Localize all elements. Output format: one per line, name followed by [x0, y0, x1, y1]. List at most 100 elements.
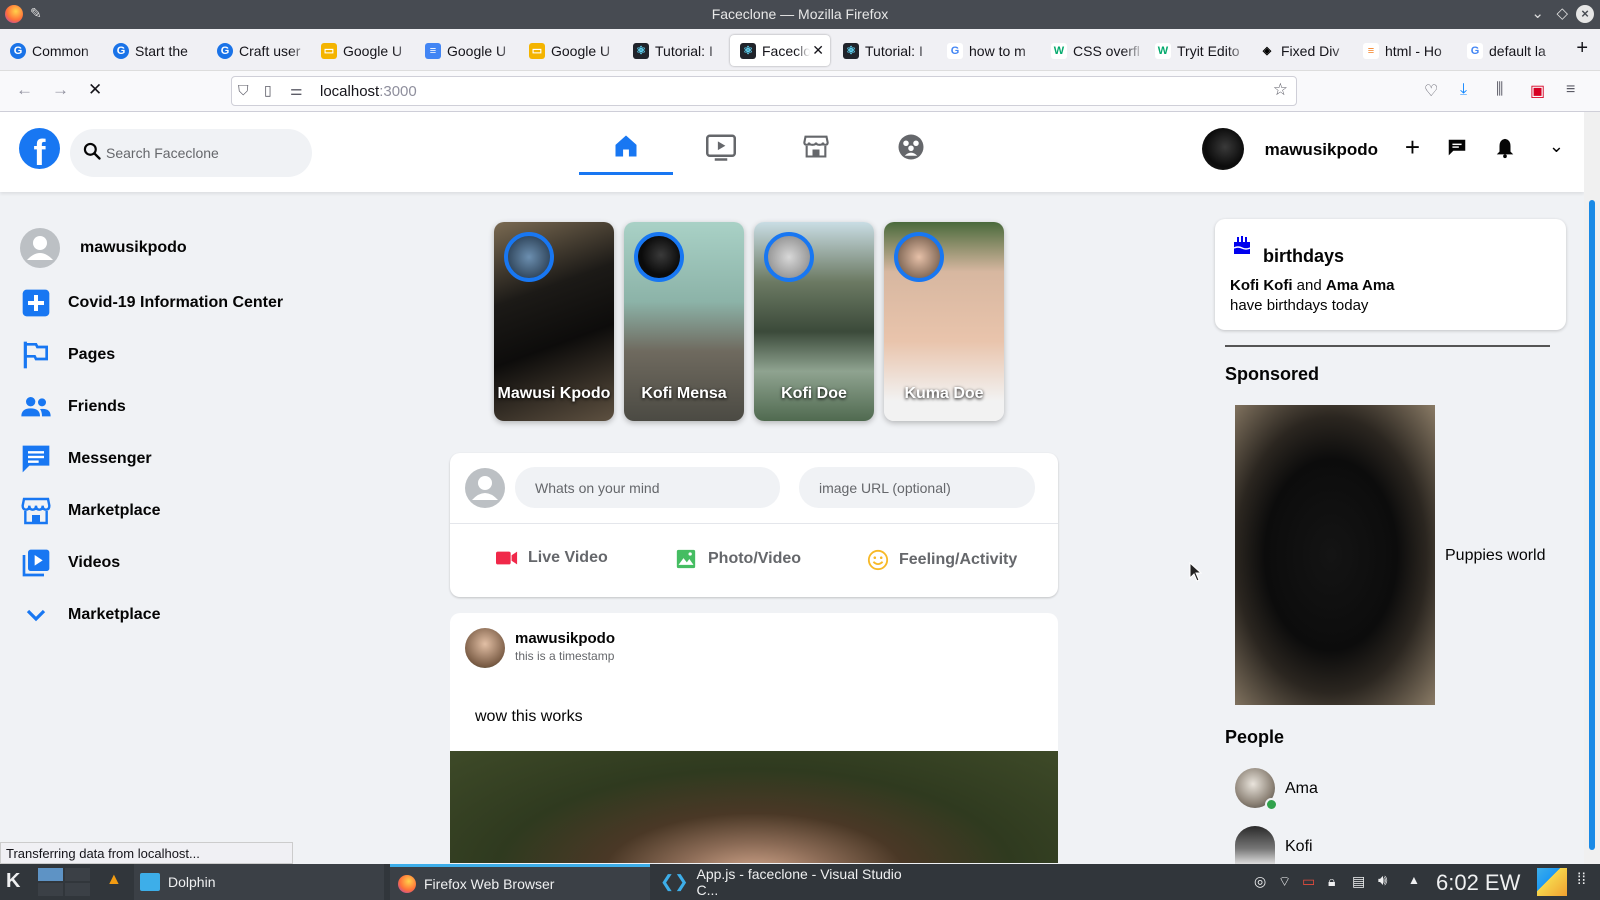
- clock[interactable]: 6:02 EW: [1436, 870, 1520, 896]
- store-icon: [21, 497, 51, 525]
- url-bar[interactable]: ⛉ ▯ ⚌ localhost:3000 ☆: [231, 76, 1297, 106]
- nav-marketplace[interactable]: [769, 112, 863, 175]
- page-icon[interactable]: ▯: [264, 82, 272, 99]
- library-icon[interactable]: ⫼: [1496, 81, 1503, 99]
- permissions-icon[interactable]: ⚌: [290, 82, 303, 99]
- sponsored-image[interactable]: [1235, 405, 1435, 705]
- story-card[interactable]: Kuma Doe: [884, 222, 1004, 421]
- site-header: f Search Faceclone mawusikpodo + ⌄: [0, 112, 1584, 192]
- tab-label: Tutorial: I: [865, 42, 923, 59]
- sidebar-item-friends[interactable]: Friends: [20, 387, 126, 427]
- menu-icon[interactable]: ≡: [1566, 81, 1575, 99]
- back-icon[interactable]: ←: [16, 80, 33, 100]
- new-tab-icon[interactable]: +: [1576, 37, 1588, 60]
- sidebar-item-more[interactable]: Marketplace: [20, 595, 161, 635]
- bell-icon[interactable]: [1494, 137, 1516, 159]
- photo-icon: [676, 549, 696, 569]
- stop-icon[interactable]: ✕: [88, 80, 102, 100]
- battery-icon[interactable]: ▭: [1302, 873, 1315, 890]
- tab-item[interactable]: G Common: [0, 35, 104, 66]
- tab-item[interactable]: Ghow to m: [937, 35, 1041, 66]
- sidebar-item-marketplace[interactable]: Marketplace: [20, 491, 161, 531]
- person-name[interactable]: Kofi: [1285, 838, 1313, 864]
- post-author-avatar[interactable]: [465, 628, 505, 668]
- wifi-icon[interactable]: ⌔: [1278, 873, 1291, 891]
- search-input[interactable]: Search Faceclone: [70, 129, 312, 177]
- message-input[interactable]: Whats on your mind: [515, 467, 780, 508]
- forward-icon[interactable]: →: [52, 80, 69, 100]
- sidebar-item-videos[interactable]: Videos: [20, 543, 120, 583]
- show-desktop-icon[interactable]: [1537, 868, 1567, 896]
- user-avatar-icon: [20, 228, 60, 268]
- clipboard-icon[interactable]: ▤: [1352, 873, 1365, 890]
- tab-item[interactable]: ▭ Google U: [519, 35, 623, 66]
- tab-item[interactable]: ≡ Google U: [415, 35, 519, 66]
- tab-item[interactable]: ◈ Fixed Div: [1249, 35, 1353, 66]
- nav-groups[interactable]: [864, 112, 958, 175]
- shield-icon[interactable]: ⛉: [238, 82, 249, 99]
- nav-watch[interactable]: [674, 112, 768, 175]
- tab-label: Google U: [343, 42, 403, 59]
- story-card[interactable]: Kofi Mensa: [624, 222, 744, 421]
- live-video-button[interactable]: Live Video: [496, 549, 608, 567]
- google-icon: G: [1467, 42, 1483, 59]
- create-plus-icon[interactable]: +: [1405, 132, 1420, 163]
- tab-item[interactable]: ⚛ Tutorial: I: [833, 35, 937, 66]
- extension-icon[interactable]: ▣: [1530, 81, 1545, 101]
- tab-item[interactable]: ≡ html - Ho: [1353, 35, 1457, 66]
- w3schools-icon: W: [1051, 42, 1067, 59]
- people-title: People: [1225, 727, 1285, 747]
- facebook-logo-icon[interactable]: f: [19, 128, 60, 169]
- tab-item[interactable]: G Start the: [103, 35, 207, 66]
- task-dolphin[interactable]: Dolphin: [134, 864, 384, 900]
- chevron-down-icon[interactable]: ⌄: [1549, 136, 1564, 157]
- expand-tray-icon[interactable]: ▲: [1408, 873, 1420, 887]
- bookmark-star-icon[interactable]: ☆: [1273, 80, 1288, 100]
- close-window-icon[interactable]: ×: [1576, 5, 1594, 23]
- pager[interactable]: [38, 868, 90, 896]
- story-card[interactable]: Kofi Doe: [754, 222, 874, 421]
- minimize-icon[interactable]: ⌄: [1531, 4, 1544, 22]
- home-icon: [615, 135, 637, 157]
- person-name[interactable]: Ama: [1285, 780, 1318, 798]
- messenger-icon[interactable]: [1446, 137, 1468, 159]
- maximize-icon[interactable]: ◇: [1556, 4, 1568, 22]
- tab-item[interactable]: W Tryit Edito: [1145, 35, 1249, 66]
- tab-item[interactable]: Gdefault la: [1457, 35, 1561, 66]
- close-tab-icon[interactable]: ✕: [812, 42, 824, 59]
- sidebar-item-messenger[interactable]: Messenger: [20, 439, 152, 479]
- tab-item[interactable]: W CSS overfl: [1041, 35, 1145, 66]
- avatar[interactable]: [1235, 826, 1275, 864]
- sidebar-item-covid[interactable]: Covid-19 Information Center: [20, 283, 283, 323]
- sidebar-profile[interactable]: mawusikpodo: [20, 228, 187, 268]
- header-username[interactable]: mawusikpodo: [1265, 140, 1378, 160]
- story-card[interactable]: Mawusi Kpodo: [494, 222, 614, 421]
- tab-item[interactable]: G Craft user: [207, 35, 311, 66]
- post-author[interactable]: mawusikpodo: [515, 630, 615, 647]
- window-title: Faceclone — Mozilla Firefox: [711, 6, 889, 22]
- nav-home[interactable]: [579, 112, 673, 175]
- tab-item[interactable]: ▭ Google U: [311, 35, 415, 66]
- downloads-icon[interactable]: ⤓: [1460, 81, 1467, 99]
- tab-item[interactable]: ⚛ Tutorial: I: [623, 35, 727, 66]
- volume-icon[interactable]: 🔊︎: [1378, 872, 1387, 889]
- avatar[interactable]: [1202, 128, 1244, 170]
- birthday-conjunction: and: [1296, 277, 1322, 294]
- kde-menu-icon[interactable]: K: [6, 870, 20, 893]
- scrollbar-thumb[interactable]: [1589, 200, 1595, 850]
- feeling-activity-button[interactable]: Feeling/Activity: [867, 549, 1017, 571]
- image-url-input[interactable]: image URL (optional): [799, 467, 1035, 508]
- network-icon[interactable]: ◎: [1254, 873, 1266, 890]
- tab-item-active[interactable]: ⚛ Faceclo ✕: [730, 35, 830, 66]
- lock-icon[interactable]: 🔒︎: [1328, 873, 1335, 890]
- pocket-icon[interactable]: ♡: [1424, 81, 1438, 101]
- vlc-icon[interactable]: ▲: [106, 871, 122, 889]
- smiley-icon: [867, 549, 889, 571]
- grid-menu-icon[interactable]: ⁞⁞: [1577, 871, 1586, 889]
- sponsored-text[interactable]: Puppies world: [1445, 547, 1546, 565]
- page-scrollbar[interactable]: [1584, 112, 1600, 864]
- photo-video-button[interactable]: Photo/Video: [676, 549, 801, 569]
- sidebar-item-pages[interactable]: Pages: [20, 335, 115, 375]
- task-firefox[interactable]: Firefox Web Browser: [390, 864, 650, 900]
- task-vscode[interactable]: ❮❯ App.js - faceclone - Visual Studio C.…: [656, 864, 926, 900]
